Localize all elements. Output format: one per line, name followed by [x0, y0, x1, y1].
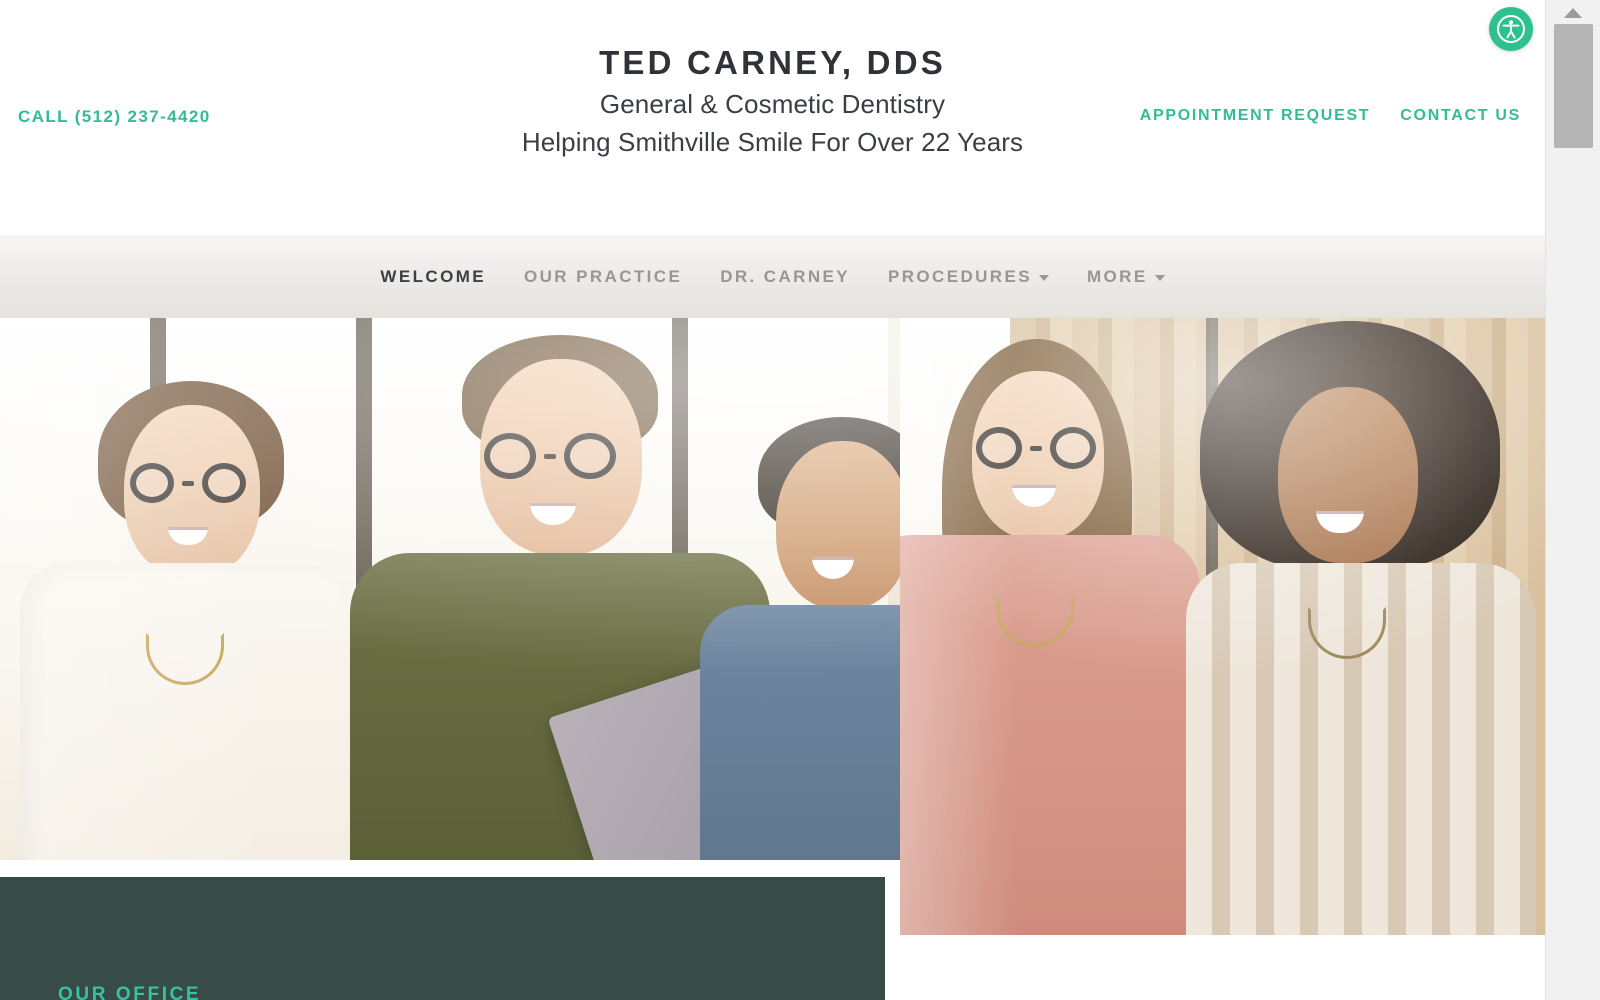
- nav-item-label: PROCEDURES: [888, 266, 1032, 286]
- nav-item-dr-carney[interactable]: DR. CARNEY: [701, 267, 869, 287]
- scrollbar[interactable]: [1545, 0, 1600, 1000]
- contact-us-link[interactable]: CONTACT US: [1400, 107, 1521, 125]
- nav-item-label: OUR PRACTICE: [524, 266, 683, 286]
- call-phone-link[interactable]: CALL (512) 237-4420: [18, 107, 211, 127]
- brand-tagline-line1: General & Cosmetic Dentistry: [599, 88, 946, 119]
- nav-item-more[interactable]: MORE: [1068, 267, 1184, 287]
- page-title: TED CARNEY, DDS: [599, 44, 946, 81]
- nav-item-label: MORE: [1086, 266, 1148, 286]
- hero-section: OUR OFFICE: [0, 318, 1545, 1000]
- brand-tagline-line2: Helping Smithville Smile For Over 22 Yea…: [521, 127, 1024, 158]
- nav-items: WELCOME OUR PRACTICE DR. CARNEY PROCEDUR…: [361, 267, 1183, 287]
- browser-viewport: CALL (512) 237-4420 TED CARNEY, DDS Gene…: [0, 0, 1545, 1000]
- site-header: CALL (512) 237-4420 TED CARNEY, DDS Gene…: [0, 0, 1545, 235]
- nav-item-our-practice[interactable]: OUR PRACTICE: [505, 267, 701, 287]
- hero-image-right: [900, 318, 1545, 935]
- nav-item-procedures[interactable]: PROCEDURES: [869, 267, 1068, 287]
- scrollbar-thumb[interactable]: [1554, 24, 1593, 148]
- chevron-down-icon: [1154, 275, 1165, 281]
- header-links: APPOINTMENT REQUEST CONTACT US: [1140, 107, 1521, 125]
- accessibility-icon[interactable]: [1489, 7, 1533, 51]
- appointment-request-link[interactable]: APPOINTMENT REQUEST: [1140, 107, 1371, 125]
- nav-item-welcome[interactable]: WELCOME: [361, 267, 505, 287]
- page-root: CALL (512) 237-4420 TED CARNEY, DDS Gene…: [0, 0, 1600, 1000]
- chevron-up-icon[interactable]: [1564, 8, 1582, 18]
- main-navigation: WELCOME OUR PRACTICE DR. CARNEY PROCEDUR…: [0, 235, 1545, 318]
- nav-item-label: WELCOME: [380, 266, 486, 286]
- brand-block: TED CARNEY, DDS General & Cosmetic Denti…: [493, 44, 1053, 159]
- nav-item-label: DR. CARNEY: [720, 266, 850, 286]
- chevron-down-icon: [1038, 275, 1049, 281]
- our-office-card[interactable]: OUR OFFICE: [0, 877, 885, 1000]
- our-office-title: OUR OFFICE: [58, 984, 202, 1000]
- hero-scene-right: [900, 318, 1545, 935]
- hero-person-5: [1168, 321, 1545, 935]
- hero-person-1: [20, 375, 350, 860]
- hero-person-4: [900, 335, 1200, 935]
